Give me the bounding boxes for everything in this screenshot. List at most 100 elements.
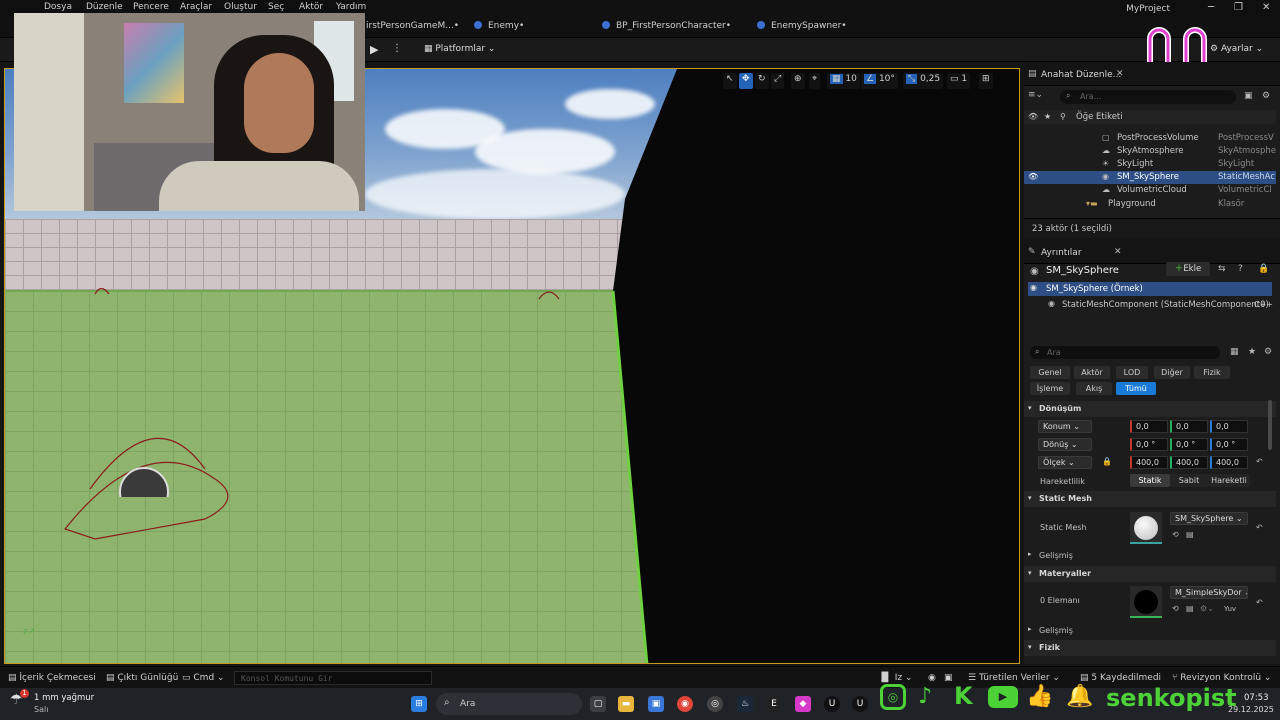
static-mesh-dropdown[interactable]: SM_SkySphere ⌄: [1170, 512, 1248, 525]
details-scrollbar[interactable]: [1268, 400, 1272, 450]
filter-icon[interactable]: ≡⌄: [1028, 90, 1043, 100]
lock-icon[interactable]: 🔒: [1258, 264, 1269, 274]
record-icon[interactable]: ◉: [928, 673, 936, 683]
filter-lod[interactable]: LOD: [1116, 366, 1148, 379]
reset-icon[interactable]: ↶: [1256, 598, 1263, 607]
scale-z-field[interactable]: 400,0: [1210, 456, 1248, 469]
location-z-field[interactable]: 0,0: [1210, 420, 1248, 433]
actor-name[interactable]: SM_SkySphere: [1046, 265, 1119, 276]
viewport-layout-icon[interactable]: ⊞: [979, 73, 993, 89]
outliner-row[interactable]: ☀ SkyLight SkyLight: [1024, 158, 1276, 171]
filter-all[interactable]: Tümü: [1116, 382, 1156, 395]
camera-capture-icon[interactable]: ▣: [944, 673, 953, 683]
content-drawer-button[interactable]: ▤ İçerik Çekmecesi: [8, 673, 96, 683]
outliner-row-folder[interactable]: ▾▬ Playground Klasör: [1024, 198, 1276, 211]
menu-tools[interactable]: Araçlar: [180, 2, 212, 12]
filter-general[interactable]: Genel: [1030, 366, 1070, 379]
select-mode-icon[interactable]: ↖: [723, 73, 737, 89]
tab-game-mode[interactable]: irstPersonGameM...•: [366, 21, 459, 31]
visibility-icon[interactable]: 👁: [1028, 172, 1038, 181]
menu-actor[interactable]: Aktör: [299, 2, 323, 12]
grid-snap-button[interactable]: ▦ 10: [827, 73, 860, 89]
menu-file[interactable]: Dosya: [44, 2, 72, 12]
scale-mode-dropdown[interactable]: Ölçek ⌄: [1038, 456, 1092, 469]
console-input[interactable]: Konsol Komutunu Gir: [234, 671, 432, 685]
app-icon[interactable]: ◆: [795, 696, 811, 712]
add-folder-icon[interactable]: ▣: [1244, 91, 1253, 101]
close-icon[interactable]: ✕: [1262, 2, 1270, 13]
material-dropdown[interactable]: M_SimpleSkyDor ⌄: [1170, 586, 1248, 599]
tab-close-icon[interactable]: ✕: [1114, 247, 1122, 257]
translate-icon[interactable]: ✥: [739, 73, 753, 89]
steam-icon[interactable]: ♨: [737, 696, 753, 712]
camera-speed-button[interactable]: ▭ 1: [947, 73, 971, 89]
rotate-icon[interactable]: ↻: [755, 73, 769, 89]
reset-icon[interactable]: ↶: [1256, 457, 1263, 466]
mobility-static[interactable]: Statik: [1130, 474, 1170, 487]
outliner-row-selected[interactable]: 👁 ◉ SM_SkySphere StaticMeshAc: [1024, 171, 1276, 184]
maximize-icon[interactable]: ❐: [1234, 2, 1243, 13]
chrome-icon[interactable]: ◉: [677, 696, 693, 712]
rotation-z-field[interactable]: 0,0 °: [1210, 438, 1248, 451]
scale-x-field[interactable]: 400,0: [1130, 456, 1168, 469]
task-view-icon[interactable]: ▢: [590, 696, 606, 712]
outliner-row[interactable]: ☁ VolumetricCloud VolumetricCl: [1024, 184, 1276, 197]
rotation-y-field[interactable]: 0,0 °: [1170, 438, 1208, 451]
minimize-icon[interactable]: ─: [1208, 2, 1214, 13]
location-mode-dropdown[interactable]: Konum ⌄: [1038, 420, 1092, 433]
scale-lock-icon[interactable]: 🔒: [1102, 457, 1112, 466]
platforms-button[interactable]: ▦ Platformlar ⌄: [424, 44, 495, 54]
browse-icon[interactable]: ⟲: [1172, 530, 1179, 539]
tab-enemy[interactable]: Enemy•: [474, 21, 524, 31]
details-search-input[interactable]: ⌕ Ara: [1030, 346, 1220, 359]
mobility-stationary[interactable]: Sabit: [1170, 474, 1208, 487]
filter-streaming[interactable]: Akış: [1076, 382, 1112, 395]
outliner-search-input[interactable]: ⌕ Ara...: [1060, 90, 1236, 104]
reset-icon[interactable]: ↶: [1256, 523, 1263, 532]
physics-section-header[interactable]: ▾ Fizik: [1024, 640, 1276, 656]
windows-start-icon[interactable]: ⊞: [411, 696, 427, 712]
trace-icon[interactable]: ▐▌ Iz ⌄: [878, 673, 912, 683]
rotation-mode-dropdown[interactable]: Dönüş ⌄: [1038, 438, 1092, 451]
menu-help[interactable]: Yardım: [336, 2, 366, 12]
transform-section-header[interactable]: ▾ Dönüşüm: [1024, 401, 1276, 417]
details-tab[interactable]: ✎ Ayrıntılar ✕: [1024, 240, 1280, 264]
star-icon[interactable]: ★: [1248, 347, 1256, 357]
location-x-field[interactable]: 0,0: [1130, 420, 1168, 433]
menu-create[interactable]: Oluştur: [224, 2, 257, 12]
world-space-icon[interactable]: ⊕: [791, 73, 805, 89]
materials-section-header[interactable]: ▾ Materyaller: [1024, 566, 1276, 582]
scale-icon[interactable]: ⤢: [771, 73, 785, 89]
outliner-row[interactable]: ▢ PostProcessVolume PostProcessV: [1024, 132, 1276, 145]
unreal-engine-icon[interactable]: U: [852, 696, 868, 712]
instance-row[interactable]: ◉ SM_SkySphere (Örnek): [1028, 282, 1272, 296]
unreal-engine-icon[interactable]: U: [824, 696, 840, 712]
gear-icon[interactable]: ⚙: [1262, 91, 1270, 101]
more-options-icon[interactable]: ⋮: [392, 43, 402, 54]
browse-icon[interactable]: ⟲: [1172, 604, 1179, 613]
scale-snap-button[interactable]: ⤡ 0,25: [903, 73, 944, 89]
obs-icon[interactable]: ◎: [707, 696, 723, 712]
component-row[interactable]: ◉ StaticMeshComponent (StaticMeshCompone…: [1024, 298, 1276, 312]
outliner-tab[interactable]: ▤ Anahat Düzenle... ✕: [1024, 62, 1280, 86]
taskbar-search-input[interactable]: ⌕ Ara: [436, 693, 582, 715]
store-icon[interactable]: ▣: [648, 696, 664, 712]
filter-other[interactable]: Diğer: [1154, 366, 1190, 379]
open-asset-icon[interactable]: ▤: [1186, 604, 1194, 613]
filter-rendering[interactable]: İşleme: [1030, 382, 1070, 395]
menu-edit[interactable]: Düzenle: [86, 2, 123, 12]
unsaved-button[interactable]: ▤ 5 Kaydedilmedi: [1080, 673, 1161, 683]
static-mesh-advanced-row[interactable]: ▸ Gelişmiş: [1024, 548, 1276, 562]
revision-control-button[interactable]: ⑂ Revizyon Kontrolü ⌄: [1172, 673, 1271, 683]
table-view-icon[interactable]: ▦: [1230, 347, 1239, 357]
rotation-snap-button[interactable]: ∠ 10°: [861, 73, 898, 89]
rotation-x-field[interactable]: 0,0 °: [1130, 438, 1168, 451]
materials-advanced-row[interactable]: ▸ Gelişmiş: [1024, 623, 1276, 637]
tab-close-icon[interactable]: ✕: [1116, 69, 1124, 79]
location-y-field[interactable]: 0,0: [1170, 420, 1208, 433]
tab-first-person-character[interactable]: BP_FirstPersonCharacter•: [602, 21, 731, 31]
play-icon[interactable]: ▶: [370, 43, 378, 56]
static-mesh-thumbnail[interactable]: [1130, 512, 1162, 544]
surface-snap-icon[interactable]: ⌖: [809, 73, 821, 89]
scale-y-field[interactable]: 400,0: [1170, 456, 1208, 469]
